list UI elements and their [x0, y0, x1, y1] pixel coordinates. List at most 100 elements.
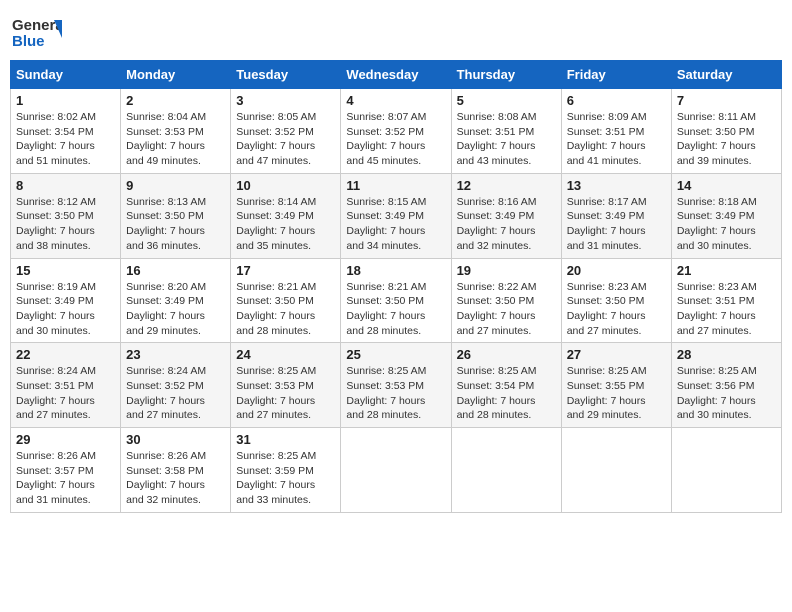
day-number: 28 — [677, 347, 776, 362]
calendar-cell: 31 Sunrise: 8:25 AMSunset: 3:59 PMDayligh… — [231, 428, 341, 513]
day-number: 3 — [236, 93, 335, 108]
day-info: Sunrise: 8:26 AMSunset: 3:57 PMDaylight:… — [16, 449, 115, 508]
day-number: 10 — [236, 178, 335, 193]
calendar-cell: 2Sunrise: 8:04 AMSunset: 3:53 PMDaylight… — [121, 89, 231, 174]
calendar-cell — [451, 428, 561, 513]
day-info: Sunrise: 8:19 AMSunset: 3:49 PMDaylight:… — [16, 280, 115, 339]
day-number: 1 — [16, 93, 115, 108]
calendar-cell: 21 Sunrise: 8:23 AMSunset: 3:51 PMDayligh… — [671, 258, 781, 343]
day-info: Sunrise: 8:25 AMSunset: 3:55 PMDaylight:… — [567, 364, 666, 423]
day-number: 8 — [16, 178, 115, 193]
calendar-cell: 20 Sunrise: 8:23 AMSunset: 3:50 PMDayligh… — [561, 258, 671, 343]
day-number: 11 — [346, 178, 445, 193]
col-header-saturday: Saturday — [671, 61, 781, 89]
day-info: Sunrise: 8:26 AMSunset: 3:58 PMDaylight:… — [126, 449, 225, 508]
day-info: Sunrise: 8:17 AMSunset: 3:49 PMDaylight:… — [567, 195, 666, 254]
calendar-cell — [671, 428, 781, 513]
day-info: Sunrise: 8:16 AMSunset: 3:49 PMDaylight:… — [457, 195, 556, 254]
day-info: Sunrise: 8:22 AMSunset: 3:50 PMDaylight:… — [457, 280, 556, 339]
day-number: 7 — [677, 93, 776, 108]
calendar-cell: 19 Sunrise: 8:22 AMSunset: 3:50 PMDayligh… — [451, 258, 561, 343]
calendar-week-2: 8 Sunrise: 8:12 AMSunset: 3:50 PMDaylight… — [11, 173, 782, 258]
calendar-cell: 14 Sunrise: 8:18 AMSunset: 3:49 PMDayligh… — [671, 173, 781, 258]
day-number: 23 — [126, 347, 225, 362]
day-info: Sunrise: 8:24 AMSunset: 3:51 PMDaylight:… — [16, 364, 115, 423]
calendar-cell — [561, 428, 671, 513]
col-header-monday: Monday — [121, 61, 231, 89]
day-info: Sunrise: 8:12 AMSunset: 3:50 PMDaylight:… — [16, 195, 115, 254]
logo: General Blue — [10, 10, 68, 54]
day-info: Sunrise: 8:14 AMSunset: 3:49 PMDaylight:… — [236, 195, 335, 254]
calendar-cell — [341, 428, 451, 513]
calendar-header-row: SundayMondayTuesdayWednesdayThursdayFrid… — [11, 61, 782, 89]
day-number: 2 — [126, 93, 225, 108]
day-info: Sunrise: 8:25 AMSunset: 3:56 PMDaylight:… — [677, 364, 776, 423]
day-number: 6 — [567, 93, 666, 108]
day-info: Sunrise: 8:25 AMSunset: 3:59 PMDaylight:… — [236, 449, 335, 508]
calendar-cell: 11 Sunrise: 8:15 AMSunset: 3:49 PMDayligh… — [341, 173, 451, 258]
day-info: Sunrise: 8:25 AMSunset: 3:53 PMDaylight:… — [346, 364, 445, 423]
day-number: 27 — [567, 347, 666, 362]
calendar-cell: 23 Sunrise: 8:24 AMSunset: 3:52 PMDayligh… — [121, 343, 231, 428]
day-info: Sunrise: 8:24 AMSunset: 3:52 PMDaylight:… — [126, 364, 225, 423]
col-header-wednesday: Wednesday — [341, 61, 451, 89]
day-number: 14 — [677, 178, 776, 193]
day-info: Sunrise: 8:08 AMSunset: 3:51 PMDaylight:… — [457, 110, 556, 169]
day-number: 4 — [346, 93, 445, 108]
day-number: 20 — [567, 263, 666, 278]
day-info: Sunrise: 8:13 AMSunset: 3:50 PMDaylight:… — [126, 195, 225, 254]
day-number: 30 — [126, 432, 225, 447]
day-info: Sunrise: 8:23 AMSunset: 3:50 PMDaylight:… — [567, 280, 666, 339]
calendar-cell: 26Sunrise: 8:25 AMSunset: 3:54 PMDayligh… — [451, 343, 561, 428]
calendar-week-4: 22 Sunrise: 8:24 AMSunset: 3:51 PMDayligh… — [11, 343, 782, 428]
calendar-cell: 13 Sunrise: 8:17 AMSunset: 3:49 PMDayligh… — [561, 173, 671, 258]
svg-text:Blue: Blue — [12, 33, 45, 50]
calendar-cell: 8 Sunrise: 8:12 AMSunset: 3:50 PMDaylight… — [11, 173, 121, 258]
calendar-cell: 18Sunrise: 8:21 AMSunset: 3:50 PMDayligh… — [341, 258, 451, 343]
col-header-tuesday: Tuesday — [231, 61, 341, 89]
col-header-sunday: Sunday — [11, 61, 121, 89]
day-number: 5 — [457, 93, 556, 108]
calendar-cell: 27 Sunrise: 8:25 AMSunset: 3:55 PMDayligh… — [561, 343, 671, 428]
day-number: 21 — [677, 263, 776, 278]
day-info: Sunrise: 8:07 AMSunset: 3:52 PMDaylight:… — [346, 110, 445, 169]
svg-text:General: General — [12, 17, 62, 34]
day-info: Sunrise: 8:02 AMSunset: 3:54 PMDaylight:… — [16, 110, 115, 169]
day-number: 22 — [16, 347, 115, 362]
day-info: Sunrise: 8:21 AMSunset: 3:50 PMDaylight:… — [236, 280, 335, 339]
calendar-cell: 24Sunrise: 8:25 AMSunset: 3:53 PMDayligh… — [231, 343, 341, 428]
day-number: 31 — [236, 432, 335, 447]
day-number: 24 — [236, 347, 335, 362]
calendar-cell: 3Sunrise: 8:05 AMSunset: 3:52 PMDaylight… — [231, 89, 341, 174]
calendar-week-1: 1 Sunrise: 8:02 AMSunset: 3:54 PMDaylight… — [11, 89, 782, 174]
day-info: Sunrise: 8:18 AMSunset: 3:49 PMDaylight:… — [677, 195, 776, 254]
logo-icon: General Blue — [10, 10, 62, 54]
calendar-cell: 16 Sunrise: 8:20 AMSunset: 3:49 PMDayligh… — [121, 258, 231, 343]
page-header: General Blue — [10, 10, 782, 54]
calendar-cell: 29 Sunrise: 8:26 AMSunset: 3:57 PMDayligh… — [11, 428, 121, 513]
calendar-cell: 30 Sunrise: 8:26 AMSunset: 3:58 PMDayligh… — [121, 428, 231, 513]
day-info: Sunrise: 8:09 AMSunset: 3:51 PMDaylight:… — [567, 110, 666, 169]
day-number: 29 — [16, 432, 115, 447]
calendar-cell: 22 Sunrise: 8:24 AMSunset: 3:51 PMDayligh… — [11, 343, 121, 428]
calendar-cell: 12 Sunrise: 8:16 AMSunset: 3:49 PMDayligh… — [451, 173, 561, 258]
calendar-cell: 1 Sunrise: 8:02 AMSunset: 3:54 PMDaylight… — [11, 89, 121, 174]
calendar-cell: 5 Sunrise: 8:08 AMSunset: 3:51 PMDaylight… — [451, 89, 561, 174]
calendar-cell: 25Sunrise: 8:25 AMSunset: 3:53 PMDayligh… — [341, 343, 451, 428]
calendar-cell: 28 Sunrise: 8:25 AMSunset: 3:56 PMDayligh… — [671, 343, 781, 428]
calendar-cell: 4 Sunrise: 8:07 AMSunset: 3:52 PMDaylight… — [341, 89, 451, 174]
day-number: 15 — [16, 263, 115, 278]
day-number: 13 — [567, 178, 666, 193]
day-number: 12 — [457, 178, 556, 193]
calendar-cell: 10 Sunrise: 8:14 AMSunset: 3:49 PMDayligh… — [231, 173, 341, 258]
col-header-friday: Friday — [561, 61, 671, 89]
day-info: Sunrise: 8:15 AMSunset: 3:49 PMDaylight:… — [346, 195, 445, 254]
day-number: 16 — [126, 263, 225, 278]
day-info: Sunrise: 8:20 AMSunset: 3:49 PMDaylight:… — [126, 280, 225, 339]
calendar-cell: 9Sunrise: 8:13 AMSunset: 3:50 PMDaylight… — [121, 173, 231, 258]
day-info: Sunrise: 8:23 AMSunset: 3:51 PMDaylight:… — [677, 280, 776, 339]
day-number: 19 — [457, 263, 556, 278]
calendar-cell: 7Sunrise: 8:11 AMSunset: 3:50 PMDaylight… — [671, 89, 781, 174]
calendar-cell: 6 Sunrise: 8:09 AMSunset: 3:51 PMDaylight… — [561, 89, 671, 174]
calendar-cell: 17Sunrise: 8:21 AMSunset: 3:50 PMDayligh… — [231, 258, 341, 343]
